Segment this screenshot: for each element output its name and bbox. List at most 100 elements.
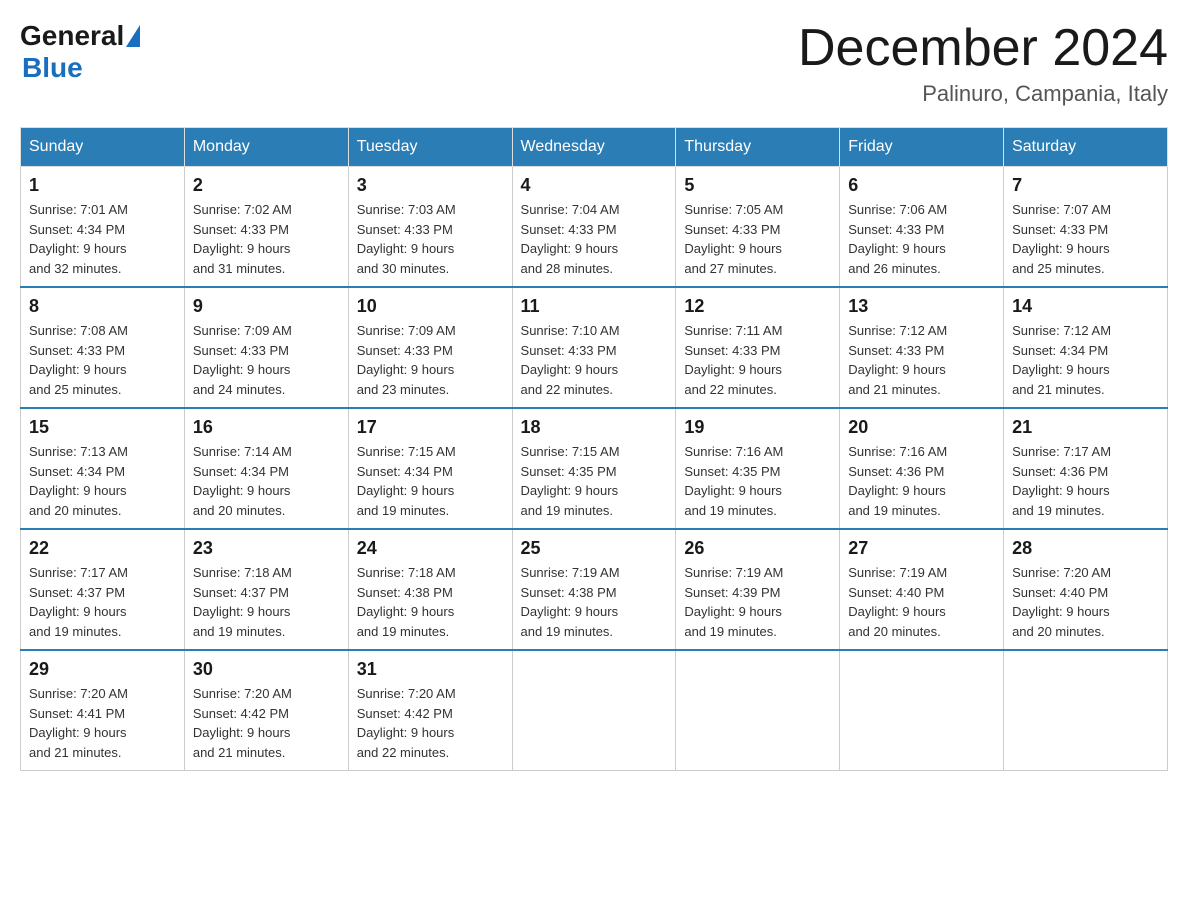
header-saturday: Saturday <box>1004 128 1168 167</box>
day-info: Sunrise: 7:19 AM Sunset: 4:40 PM Dayligh… <box>848 563 995 641</box>
calendar-day-cell: 8 Sunrise: 7:08 AM Sunset: 4:33 PM Dayli… <box>21 287 185 408</box>
day-info: Sunrise: 7:16 AM Sunset: 4:35 PM Dayligh… <box>684 442 831 520</box>
day-info: Sunrise: 7:20 AM Sunset: 4:42 PM Dayligh… <box>193 684 340 762</box>
day-info: Sunrise: 7:17 AM Sunset: 4:36 PM Dayligh… <box>1012 442 1159 520</box>
calendar-day-cell: 16 Sunrise: 7:14 AM Sunset: 4:34 PM Dayl… <box>184 408 348 529</box>
calendar-day-cell: 4 Sunrise: 7:04 AM Sunset: 4:33 PM Dayli… <box>512 167 676 288</box>
day-info: Sunrise: 7:13 AM Sunset: 4:34 PM Dayligh… <box>29 442 176 520</box>
page-header: General Blue December 2024 Palinuro, Cam… <box>20 20 1168 107</box>
day-info: Sunrise: 7:14 AM Sunset: 4:34 PM Dayligh… <box>193 442 340 520</box>
day-info: Sunrise: 7:09 AM Sunset: 4:33 PM Dayligh… <box>357 321 504 399</box>
calendar-week-row: 8 Sunrise: 7:08 AM Sunset: 4:33 PM Dayli… <box>21 287 1168 408</box>
header-wednesday: Wednesday <box>512 128 676 167</box>
calendar-day-cell: 14 Sunrise: 7:12 AM Sunset: 4:34 PM Dayl… <box>1004 287 1168 408</box>
day-number: 1 <box>29 175 176 196</box>
header-tuesday: Tuesday <box>348 128 512 167</box>
day-info: Sunrise: 7:15 AM Sunset: 4:35 PM Dayligh… <box>521 442 668 520</box>
day-info: Sunrise: 7:11 AM Sunset: 4:33 PM Dayligh… <box>684 321 831 399</box>
day-number: 19 <box>684 417 831 438</box>
day-info: Sunrise: 7:08 AM Sunset: 4:33 PM Dayligh… <box>29 321 176 399</box>
day-info: Sunrise: 7:17 AM Sunset: 4:37 PM Dayligh… <box>29 563 176 641</box>
calendar-day-cell: 6 Sunrise: 7:06 AM Sunset: 4:33 PM Dayli… <box>840 167 1004 288</box>
header-monday: Monday <box>184 128 348 167</box>
calendar-day-cell: 21 Sunrise: 7:17 AM Sunset: 4:36 PM Dayl… <box>1004 408 1168 529</box>
calendar-day-cell <box>1004 650 1168 771</box>
calendar-day-cell: 17 Sunrise: 7:15 AM Sunset: 4:34 PM Dayl… <box>348 408 512 529</box>
calendar-day-cell: 24 Sunrise: 7:18 AM Sunset: 4:38 PM Dayl… <box>348 529 512 650</box>
calendar-day-cell: 15 Sunrise: 7:13 AM Sunset: 4:34 PM Dayl… <box>21 408 185 529</box>
day-number: 16 <box>193 417 340 438</box>
calendar-day-cell: 25 Sunrise: 7:19 AM Sunset: 4:38 PM Dayl… <box>512 529 676 650</box>
day-number: 14 <box>1012 296 1159 317</box>
day-info: Sunrise: 7:20 AM Sunset: 4:40 PM Dayligh… <box>1012 563 1159 641</box>
calendar-day-cell: 27 Sunrise: 7:19 AM Sunset: 4:40 PM Dayl… <box>840 529 1004 650</box>
calendar-day-cell: 2 Sunrise: 7:02 AM Sunset: 4:33 PM Dayli… <box>184 167 348 288</box>
day-info: Sunrise: 7:20 AM Sunset: 4:41 PM Dayligh… <box>29 684 176 762</box>
calendar-day-cell: 7 Sunrise: 7:07 AM Sunset: 4:33 PM Dayli… <box>1004 167 1168 288</box>
day-number: 4 <box>521 175 668 196</box>
day-info: Sunrise: 7:12 AM Sunset: 4:33 PM Dayligh… <box>848 321 995 399</box>
calendar-day-cell: 28 Sunrise: 7:20 AM Sunset: 4:40 PM Dayl… <box>1004 529 1168 650</box>
calendar-week-row: 29 Sunrise: 7:20 AM Sunset: 4:41 PM Dayl… <box>21 650 1168 771</box>
calendar-day-cell: 11 Sunrise: 7:10 AM Sunset: 4:33 PM Dayl… <box>512 287 676 408</box>
calendar-day-cell: 30 Sunrise: 7:20 AM Sunset: 4:42 PM Dayl… <box>184 650 348 771</box>
day-info: Sunrise: 7:09 AM Sunset: 4:33 PM Dayligh… <box>193 321 340 399</box>
header-friday: Friday <box>840 128 1004 167</box>
weekday-header-row: Sunday Monday Tuesday Wednesday Thursday… <box>21 128 1168 167</box>
calendar-week-row: 15 Sunrise: 7:13 AM Sunset: 4:34 PM Dayl… <box>21 408 1168 529</box>
day-number: 2 <box>193 175 340 196</box>
day-number: 11 <box>521 296 668 317</box>
calendar-day-cell: 20 Sunrise: 7:16 AM Sunset: 4:36 PM Dayl… <box>840 408 1004 529</box>
calendar-day-cell: 9 Sunrise: 7:09 AM Sunset: 4:33 PM Dayli… <box>184 287 348 408</box>
calendar-day-cell: 12 Sunrise: 7:11 AM Sunset: 4:33 PM Dayl… <box>676 287 840 408</box>
header-sunday: Sunday <box>21 128 185 167</box>
calendar-day-cell: 23 Sunrise: 7:18 AM Sunset: 4:37 PM Dayl… <box>184 529 348 650</box>
calendar-day-cell: 26 Sunrise: 7:19 AM Sunset: 4:39 PM Dayl… <box>676 529 840 650</box>
day-info: Sunrise: 7:15 AM Sunset: 4:34 PM Dayligh… <box>357 442 504 520</box>
day-number: 23 <box>193 538 340 559</box>
day-number: 13 <box>848 296 995 317</box>
day-info: Sunrise: 7:18 AM Sunset: 4:38 PM Dayligh… <box>357 563 504 641</box>
calendar-day-cell <box>676 650 840 771</box>
logo-triangle-icon <box>126 25 140 47</box>
day-number: 21 <box>1012 417 1159 438</box>
calendar-week-row: 1 Sunrise: 7:01 AM Sunset: 4:34 PM Dayli… <box>21 167 1168 288</box>
logo-blue-text: Blue <box>22 52 83 83</box>
day-number: 7 <box>1012 175 1159 196</box>
day-number: 29 <box>29 659 176 680</box>
day-info: Sunrise: 7:20 AM Sunset: 4:42 PM Dayligh… <box>357 684 504 762</box>
day-info: Sunrise: 7:19 AM Sunset: 4:39 PM Dayligh… <box>684 563 831 641</box>
calendar-table: Sunday Monday Tuesday Wednesday Thursday… <box>20 127 1168 771</box>
logo-general-text: General <box>20 20 124 52</box>
day-info: Sunrise: 7:04 AM Sunset: 4:33 PM Dayligh… <box>521 200 668 278</box>
day-number: 17 <box>357 417 504 438</box>
calendar-day-cell <box>512 650 676 771</box>
calendar-day-cell <box>840 650 1004 771</box>
calendar-day-cell: 31 Sunrise: 7:20 AM Sunset: 4:42 PM Dayl… <box>348 650 512 771</box>
day-number: 10 <box>357 296 504 317</box>
day-info: Sunrise: 7:10 AM Sunset: 4:33 PM Dayligh… <box>521 321 668 399</box>
day-info: Sunrise: 7:05 AM Sunset: 4:33 PM Dayligh… <box>684 200 831 278</box>
day-number: 22 <box>29 538 176 559</box>
day-number: 27 <box>848 538 995 559</box>
calendar-day-cell: 19 Sunrise: 7:16 AM Sunset: 4:35 PM Dayl… <box>676 408 840 529</box>
day-info: Sunrise: 7:01 AM Sunset: 4:34 PM Dayligh… <box>29 200 176 278</box>
header-thursday: Thursday <box>676 128 840 167</box>
day-number: 26 <box>684 538 831 559</box>
day-number: 31 <box>357 659 504 680</box>
calendar-day-cell: 29 Sunrise: 7:20 AM Sunset: 4:41 PM Dayl… <box>21 650 185 771</box>
day-info: Sunrise: 7:02 AM Sunset: 4:33 PM Dayligh… <box>193 200 340 278</box>
calendar-day-cell: 18 Sunrise: 7:15 AM Sunset: 4:35 PM Dayl… <box>512 408 676 529</box>
logo: General Blue <box>20 20 142 84</box>
day-info: Sunrise: 7:07 AM Sunset: 4:33 PM Dayligh… <box>1012 200 1159 278</box>
calendar-day-cell: 3 Sunrise: 7:03 AM Sunset: 4:33 PM Dayli… <box>348 167 512 288</box>
day-number: 28 <box>1012 538 1159 559</box>
day-number: 25 <box>521 538 668 559</box>
day-number: 20 <box>848 417 995 438</box>
day-info: Sunrise: 7:18 AM Sunset: 4:37 PM Dayligh… <box>193 563 340 641</box>
calendar-day-cell: 22 Sunrise: 7:17 AM Sunset: 4:37 PM Dayl… <box>21 529 185 650</box>
calendar-day-cell: 10 Sunrise: 7:09 AM Sunset: 4:33 PM Dayl… <box>348 287 512 408</box>
day-number: 8 <box>29 296 176 317</box>
day-number: 30 <box>193 659 340 680</box>
day-info: Sunrise: 7:16 AM Sunset: 4:36 PM Dayligh… <box>848 442 995 520</box>
